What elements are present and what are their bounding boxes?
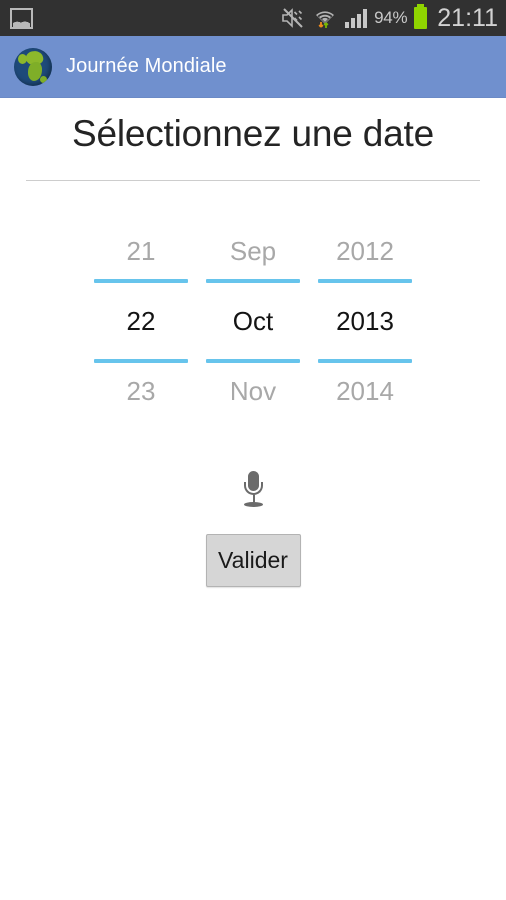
month-spinner-next-value[interactable]: Nov bbox=[197, 363, 309, 419]
app-bar: Journée Mondiale bbox=[0, 36, 506, 98]
voice-input-row bbox=[0, 471, 506, 508]
status-bar-left-group bbox=[10, 7, 33, 29]
year-spinner-selected-value[interactable]: 2013 bbox=[309, 283, 421, 359]
microphone-icon[interactable] bbox=[242, 471, 264, 508]
month-spinner-selected-value[interactable]: Oct bbox=[197, 283, 309, 359]
cellular-signal-icon bbox=[345, 8, 368, 28]
mute-vibrate-icon bbox=[281, 7, 305, 29]
battery-icon bbox=[414, 4, 428, 29]
month-spinner-previous-value[interactable]: Sep bbox=[197, 223, 309, 279]
title-divider bbox=[26, 180, 480, 182]
day-spinner-next-value[interactable]: 23 bbox=[85, 363, 197, 419]
day-spinner-previous-value[interactable]: 21 bbox=[85, 223, 197, 279]
battery-percentage: 94% bbox=[374, 8, 408, 27]
day-spinner-selected-value[interactable]: 22 bbox=[85, 283, 197, 359]
page-title: Sélectionnez une date bbox=[72, 113, 434, 154]
globe-icon bbox=[14, 47, 52, 86]
date-picker[interactable]: 21 22 23 Sep Oct Nov 2012 2013 2014 bbox=[0, 223, 506, 419]
validate-button[interactable]: Valider bbox=[205, 534, 301, 588]
status-bar: 94% 21:11 bbox=[0, 0, 506, 36]
year-spinner-previous-value[interactable]: 2012 bbox=[309, 223, 421, 279]
wifi-data-icon bbox=[312, 7, 338, 30]
actions-row: Valider bbox=[0, 534, 506, 588]
status-bar-right-group: 94% 21:11 bbox=[281, 3, 498, 32]
day-spinner[interactable]: 21 22 23 bbox=[85, 223, 197, 419]
gallery-icon bbox=[10, 7, 33, 29]
month-spinner[interactable]: Sep Oct Nov bbox=[197, 223, 309, 419]
status-bar-clock: 21:11 bbox=[437, 3, 498, 32]
app-title: Journée Mondiale bbox=[66, 55, 227, 77]
year-spinner-next-value[interactable]: 2014 bbox=[309, 363, 421, 419]
year-spinner[interactable]: 2012 2013 2014 bbox=[309, 223, 421, 419]
